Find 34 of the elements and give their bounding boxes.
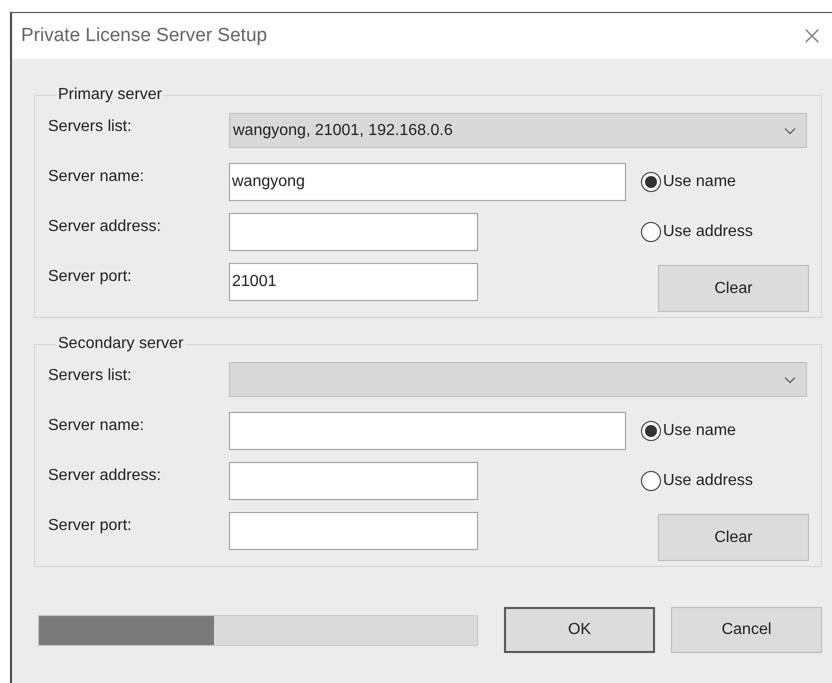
radio-label[interactable]: Use name (663, 170, 736, 194)
text-field[interactable] (229, 512, 478, 550)
field-label: Server name: (48, 416, 146, 436)
field-label: Server address: (48, 217, 162, 237)
radio-button[interactable] (641, 172, 661, 192)
clear-button[interactable]: Clear (658, 265, 809, 312)
chevron-down-icon (784, 126, 796, 134)
field-label: Server name: (48, 167, 146, 187)
field-label: Servers list: (48, 366, 133, 386)
radio-button[interactable] (641, 421, 661, 441)
dropdown-value: wangyong, 21001, 192.168.0.6 (233, 120, 453, 140)
servers-dropdown[interactable]: wangyong, 21001, 192.168.0.6 (229, 113, 807, 148)
dialog-button[interactable]: OK (504, 607, 655, 653)
close-button[interactable]: × (798, 22, 826, 50)
radio-label[interactable]: Use address (663, 220, 753, 244)
text-field[interactable]: 21001 (229, 263, 478, 301)
field-label: Server port: (48, 267, 133, 287)
field-label: Servers list: (48, 117, 133, 137)
text-field[interactable] (229, 412, 626, 450)
dialog-button[interactable]: Cancel (671, 607, 822, 653)
window-title: Private License Server Setup (21, 24, 268, 48)
radio-button[interactable] (641, 222, 661, 242)
radio-button[interactable] (641, 471, 661, 491)
chevron-down-icon (784, 376, 796, 384)
group-title: Primary server (57, 85, 164, 105)
field-label: Server address: (48, 466, 162, 486)
field-label: Server port: (48, 516, 133, 536)
group-title: Secondary server (57, 334, 184, 354)
text-field[interactable] (229, 213, 478, 251)
radio-label[interactable]: Use address (663, 469, 753, 493)
text-field[interactable]: wangyong (229, 163, 626, 201)
radio-label[interactable]: Use name (663, 419, 736, 443)
text-field[interactable] (229, 462, 478, 500)
clear-button[interactable]: Clear (658, 514, 809, 561)
